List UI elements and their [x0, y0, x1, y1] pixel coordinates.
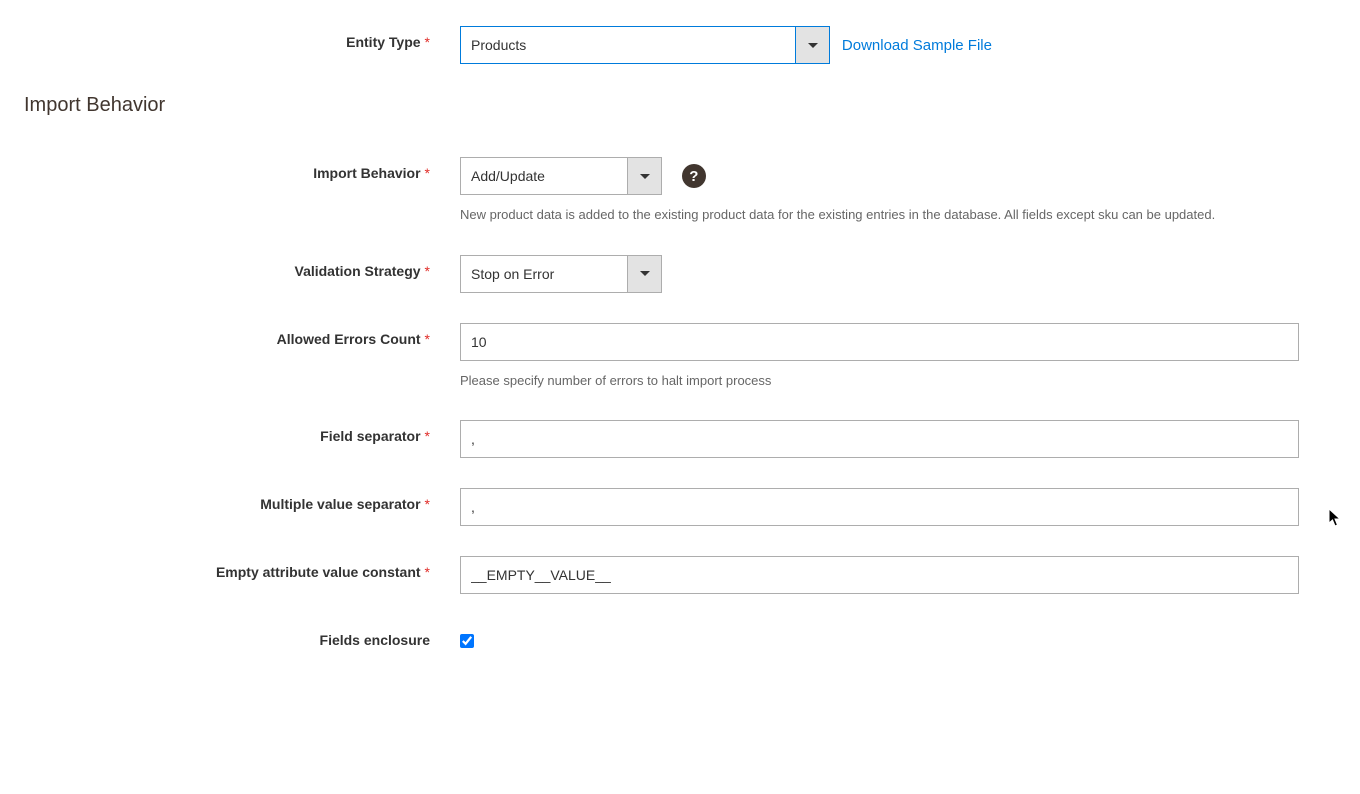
fields-enclosure-row: Fields enclosure [24, 624, 1336, 651]
allowed-errors-control: Please specify number of errors to halt … [460, 323, 1300, 391]
entity-type-row: Entity Type * Products Download Sample Fi… [24, 26, 1336, 64]
field-separator-label: Field separator * [24, 420, 460, 444]
import-form: Entity Type * Products Download Sample Fi… [0, 26, 1360, 705]
multiple-value-separator-label-text: Multiple value separator [260, 496, 420, 512]
validation-strategy-label: Validation Strategy* [24, 255, 460, 279]
empty-attribute-constant-input[interactable] [460, 556, 1299, 594]
multiple-value-separator-control [460, 488, 1300, 526]
allowed-errors-input[interactable] [460, 323, 1299, 361]
import-behavior-row: Import Behavior * Add/Update ? New produc… [24, 157, 1336, 225]
required-mark: * [425, 496, 430, 512]
empty-attribute-constant-label-text: Empty attribute value constant [216, 564, 421, 580]
field-separator-row: Field separator * [24, 420, 1336, 458]
entity-type-label-text: Entity Type [346, 34, 420, 50]
chevron-down-icon [640, 271, 650, 276]
required-mark: * [425, 428, 430, 444]
import-behavior-select-value[interactable]: Add/Update [460, 157, 628, 195]
empty-attribute-constant-control [460, 556, 1300, 594]
required-mark: * [425, 263, 430, 279]
help-icon[interactable]: ? [682, 164, 706, 188]
import-behavior-select-toggle[interactable] [628, 157, 662, 195]
import-behavior-label-text: Import Behavior [313, 165, 420, 181]
entity-type-select-toggle[interactable] [796, 26, 830, 64]
entity-type-select[interactable]: Products [460, 26, 830, 64]
import-behavior-select[interactable]: Add/Update [460, 157, 662, 195]
import-behavior-section-title: Import Behavior [24, 94, 1336, 117]
field-separator-label-text: Field separator [320, 428, 420, 444]
multiple-value-separator-label: Multiple value separator * [24, 488, 460, 512]
required-mark: * [425, 34, 430, 50]
multiple-value-separator-input[interactable] [460, 488, 1299, 526]
entity-type-label: Entity Type * [24, 26, 460, 50]
allowed-errors-row: Allowed Errors Count* Please specify num… [24, 323, 1336, 391]
validation-strategy-control: Stop on Error [460, 255, 1300, 293]
import-behavior-control: Add/Update ? New product data is added t… [460, 157, 1300, 225]
import-behavior-label: Import Behavior * [24, 157, 460, 181]
fields-enclosure-control [460, 624, 1300, 651]
fields-enclosure-label: Fields enclosure [24, 624, 460, 648]
empty-attribute-constant-row: Empty attribute value constant* [24, 556, 1336, 594]
entity-type-control: Products Download Sample File [460, 26, 1300, 64]
fields-enclosure-label-text: Fields enclosure [320, 632, 430, 648]
validation-strategy-row: Validation Strategy* Stop on Error [24, 255, 1336, 293]
fields-enclosure-checkbox[interactable] [460, 634, 474, 648]
required-mark: * [425, 165, 430, 181]
required-mark: * [425, 564, 430, 580]
required-mark: * [425, 331, 430, 347]
allowed-errors-note: Please specify number of errors to halt … [460, 371, 1290, 391]
allowed-errors-label-text: Allowed Errors Count [277, 331, 421, 347]
download-sample-file-link[interactable]: Download Sample File [842, 37, 992, 54]
chevron-down-icon [640, 174, 650, 179]
multiple-value-separator-row: Multiple value separator * [24, 488, 1336, 526]
import-behavior-note: New product data is added to the existin… [460, 205, 1290, 225]
chevron-down-icon [808, 43, 818, 48]
field-separator-input[interactable] [460, 420, 1299, 458]
validation-strategy-label-text: Validation Strategy [295, 263, 421, 279]
entity-type-select-value[interactable]: Products [460, 26, 796, 64]
field-separator-control [460, 420, 1300, 458]
empty-attribute-constant-label: Empty attribute value constant* [24, 556, 460, 580]
validation-strategy-select-toggle[interactable] [628, 255, 662, 293]
allowed-errors-label: Allowed Errors Count* [24, 323, 460, 347]
validation-strategy-select-value[interactable]: Stop on Error [460, 255, 628, 293]
validation-strategy-select[interactable]: Stop on Error [460, 255, 662, 293]
